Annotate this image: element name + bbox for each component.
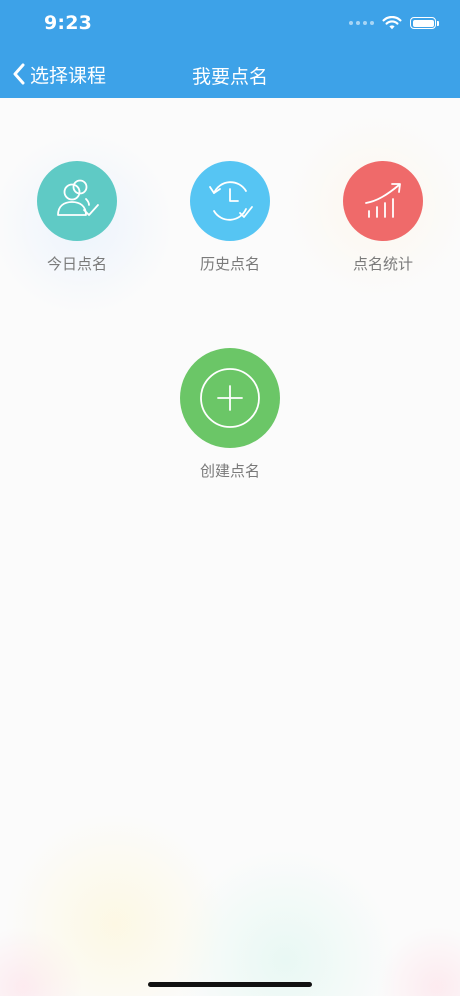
history-rollcall-label: 历史点名 [199, 255, 260, 273]
battery-icon [410, 17, 439, 29]
clock-history-icon [209, 181, 253, 221]
rollcall-stats-label: 点名统计 [352, 255, 413, 273]
rollcall-stats-button[interactable]: 点名统计 [333, 161, 433, 274]
today-rollcall-button[interactable]: 今日点名 [27, 161, 127, 274]
wifi-icon [382, 16, 402, 30]
create-rollcall-circle [180, 348, 280, 448]
status-icons [349, 16, 439, 30]
plus-circle-icon [200, 368, 260, 428]
status-bar: 9:23 [0, 0, 460, 50]
history-rollcall-circle [190, 161, 270, 241]
create-rollcall-button[interactable]: 创建点名 [170, 348, 290, 481]
home-indicator[interactable] [148, 982, 312, 987]
create-rollcall-label: 创建点名 [199, 462, 260, 480]
rollcall-stats-circle [343, 161, 423, 241]
users-check-icon [57, 179, 99, 216]
main-content: 今日点名 历史点名 点名统计 创建点名 [0, 98, 460, 996]
status-time: 9:23 [44, 12, 93, 34]
today-rollcall-label: 今日点名 [46, 255, 107, 273]
bar-chart-trend-icon [365, 183, 401, 218]
header: 9:23 选择课程 我要点名 [0, 0, 460, 98]
history-rollcall-button[interactable]: 历史点名 [180, 161, 280, 274]
signal-dots-icon [349, 21, 374, 25]
nav-bar: 选择课程 我要点名 [0, 52, 460, 96]
page-title: 我要点名 [191, 66, 268, 88]
today-rollcall-circle [37, 161, 117, 241]
